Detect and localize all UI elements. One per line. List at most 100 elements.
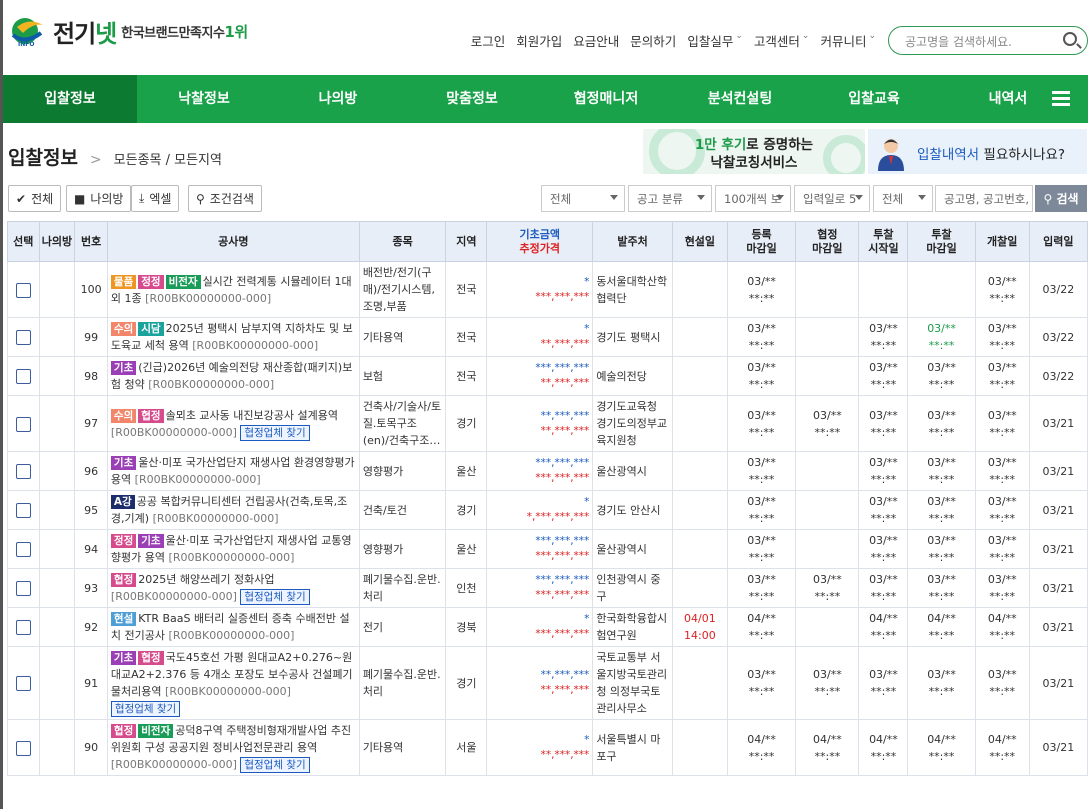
- nav-item[interactable]: 입찰교육: [807, 75, 941, 123]
- filter-select-date[interactable]: 입력일로 5: [794, 185, 870, 212]
- search-icon[interactable]: [1063, 32, 1077, 46]
- row-checkbox[interactable]: [15, 464, 31, 479]
- hamburger-menu-icon[interactable]: [1052, 91, 1070, 106]
- table-row[interactable]: 100 물품 정정 비전자 실시간 전력계통 시뮬레이터 1대 외 1종 [R00BK…: [7, 261, 1088, 318]
- input-date: 03/21: [1028, 646, 1088, 720]
- bid-title[interactable]: 수의 시담 2025년 평택시 남부지역 지하차도 및 보도육교 세척 용역 [R0…: [106, 317, 360, 357]
- check-icon: ✔: [16, 191, 27, 206]
- status-badge: 협정: [110, 573, 137, 587]
- bid-region: 울산: [445, 529, 488, 569]
- top-link[interactable]: 입찰실무: [687, 31, 733, 50]
- coaching-banner[interactable]: 1만 후기로 증명하는 낙찰코칭서비스: [643, 129, 865, 174]
- find-partner-button[interactable]: 협정업체 찾기: [110, 701, 181, 717]
- table-row[interactable]: 94 정정 기초 울산·미포 국가산업단지 재생사업 교통영향평가 용역 [R00B…: [7, 529, 1088, 569]
- row-checkbox[interactable]: [15, 282, 31, 298]
- table-row[interactable]: 92 현설 KTR BaaS 배터리 실증센터 증축 수배전반 설치 전기공사 […: [7, 607, 1088, 647]
- bid-region: 경기: [445, 646, 488, 720]
- status-badge: 기초: [110, 651, 137, 665]
- bid-amount: **,***,*** **,***,***: [486, 395, 594, 452]
- status-badge: 수의: [110, 408, 137, 423]
- bid-amount: * ***,***,***: [486, 607, 594, 647]
- status-badge: A강: [110, 495, 135, 509]
- input-date: 03/21: [1028, 490, 1088, 530]
- row-checkbox[interactable]: [15, 330, 31, 345]
- find-partner-button[interactable]: 협정업체 찾기: [240, 424, 310, 441]
- input-date: 03/21: [1028, 719, 1088, 776]
- chevron-down-icon: ⌄: [868, 31, 876, 41]
- bid-kind: 배전반/전기(구매)/전기시스템,조명,부품: [358, 261, 447, 318]
- select-all-button[interactable]: ✔ 전체: [8, 185, 62, 212]
- row-checkbox[interactable]: [15, 740, 31, 756]
- nav-item[interactable]: 낙찰정보: [137, 75, 271, 123]
- bid-title[interactable]: 협정 비전자 공덕8구역 주택정비형재개발사업 추진위원회 구성 공공지원 정비사업…: [106, 719, 360, 776]
- nav-item[interactable]: 나의방: [271, 75, 405, 123]
- top-link[interactable]: 요금안내: [573, 31, 619, 50]
- row-checkbox[interactable]: [15, 581, 31, 596]
- nav-item[interactable]: 입찰정보: [3, 75, 137, 123]
- row-number: 90: [74, 719, 108, 776]
- bid-title[interactable]: 기초 협정 국도45호선 가평 원대교A2+0.276~원대교A2+2.376 등 …: [106, 646, 360, 720]
- input-date: 03/21: [1028, 529, 1088, 569]
- table-row[interactable]: 99 수의 시담 2025년 평택시 남부지역 지하차도 및 보도육교 세척 용역 …: [7, 317, 1088, 357]
- person-icon: [878, 139, 904, 171]
- table-row[interactable]: 96 기초 울산·미포 국가산업단지 재생사업 환경영향평가 용역 [R00BK0…: [7, 451, 1088, 491]
- row-checkbox[interactable]: [15, 369, 31, 384]
- chevron-down-icon: ⌄: [801, 31, 810, 41]
- bid-kind: 영향평가: [358, 529, 447, 569]
- svg-text:INFO: INFO: [18, 41, 34, 48]
- search-button[interactable]: ⚲ 검색: [1035, 185, 1087, 212]
- breadcrumb-filter[interactable]: 모든종목 / 모든지역: [114, 149, 222, 168]
- row-checkbox[interactable]: [15, 416, 31, 432]
- bid-amount: * **,***,***: [486, 719, 594, 776]
- nav-item[interactable]: 분석컨설팅: [673, 75, 807, 123]
- chevron-down-icon: [918, 195, 926, 200]
- table-row[interactable]: 90 협정 비전자 공덕8구역 주택정비형재개발사업 추진위원회 구성 공공지원 정…: [7, 719, 1088, 776]
- table-row[interactable]: 91 기초 협정 국도45호선 가평 원대교A2+0.276~원대교A2+2.376…: [7, 646, 1088, 720]
- find-partner-button[interactable]: 협정업체 찾기: [240, 589, 310, 605]
- bid-title[interactable]: 정정 기초 울산·미포 국가산업단지 재생사업 교통영향평가 용역 [R00BK00…: [106, 529, 360, 569]
- top-link[interactable]: 고객센터: [754, 31, 800, 50]
- logo-text: 전기넷: [53, 20, 117, 48]
- bid-title[interactable]: 기초 (긴급)2026년 예술의전당 재산종합(패키지)보험 청약 [R00BK0…: [106, 356, 360, 396]
- nav-item[interactable]: 맞춤정보: [405, 75, 539, 123]
- site-logo[interactable]: INFO 전기넷 한국브랜드만족지수1위: [9, 14, 248, 49]
- header-search-input[interactable]: 공고명을 검색하세요.: [888, 26, 1088, 55]
- page-title: 입찰정보: [8, 147, 78, 169]
- row-checkbox[interactable]: [15, 503, 31, 518]
- filter-select-page-size[interactable]: 100개씩 보: [715, 185, 791, 212]
- condition-search-button[interactable]: ⚲ 조건검색: [188, 185, 262, 212]
- top-link[interactable]: 로그인: [471, 31, 506, 50]
- bid-kind: 폐기물수집.운반.처리: [358, 646, 447, 720]
- table-row[interactable]: 93 협정 2025년 해양쓰레기 정화사업 [R00BK00000000-000…: [7, 568, 1088, 608]
- filter-select-1[interactable]: 전체: [541, 185, 625, 212]
- filter-select-field[interactable]: 전체: [873, 185, 933, 212]
- row-checkbox[interactable]: [15, 676, 31, 691]
- table-row[interactable]: 97 수의 협정 솔뫼초 교사동 내진보강공사 설계용역 [R00BK0000000…: [7, 395, 1088, 452]
- top-link[interactable]: 커뮤니티: [820, 31, 866, 50]
- bid-amount: ***,***,*** **,***,***: [486, 356, 594, 396]
- bid-title[interactable]: 기초 울산·미포 국가산업단지 재생사업 환경영향평가 용역 [R00BK0000…: [106, 451, 360, 491]
- row-checkbox[interactable]: [15, 542, 31, 557]
- keyword-input[interactable]: 공고명, 공고번호,: [935, 185, 1033, 212]
- bid-kind: 폐기물수집.운반.처리: [358, 568, 447, 608]
- excel-button[interactable]: ⤓ 엑셀: [131, 185, 180, 212]
- bid-title[interactable]: 물품 정정 비전자 실시간 전력계통 시뮬레이터 1대 외 1종 [R00BK0000…: [106, 261, 360, 318]
- top-link[interactable]: 회원가입: [516, 31, 562, 50]
- bid-region: 경북: [445, 607, 488, 647]
- filter-select-category[interactable]: 공고 분류: [628, 185, 712, 212]
- bid-title[interactable]: 협정 2025년 해양쓰레기 정화사업 [R00BK00000000-000] 협…: [106, 568, 360, 608]
- bid-title[interactable]: A강 공공 복합커뮤니티센터 건립공사(건축,토목,조경,기계) [R00BK00…: [106, 490, 360, 530]
- input-date: 03/21: [1028, 451, 1088, 491]
- find-partner-button[interactable]: 협정업체 찾기: [240, 757, 310, 773]
- bid-statement-banner[interactable]: 입찰내역서 필요하시나요?: [868, 129, 1087, 174]
- bid-title[interactable]: 수의 협정 솔뫼초 교사동 내진보강공사 설계용역 [R00BK00000000-0…: [106, 395, 360, 452]
- nav-item[interactable]: 협정매니저: [539, 75, 673, 123]
- bid-title[interactable]: 현설 KTR BaaS 배터리 실증센터 증축 수배전반 설치 전기공사 [R00…: [106, 607, 360, 647]
- row-checkbox[interactable]: [15, 620, 31, 635]
- input-date: 03/21: [1028, 607, 1088, 647]
- table-row[interactable]: 98 기초 (긴급)2026년 예술의전당 재산종합(패키지)보험 청약 [R00…: [7, 356, 1088, 396]
- status-badge: 현설: [110, 612, 137, 626]
- table-row[interactable]: 95 A강 공공 복합커뮤니티센터 건립공사(건축,토목,조경,기계) [R00B…: [7, 490, 1088, 530]
- myroom-button[interactable]: ■ 나의방: [66, 185, 132, 212]
- top-link[interactable]: 문의하기: [630, 31, 676, 50]
